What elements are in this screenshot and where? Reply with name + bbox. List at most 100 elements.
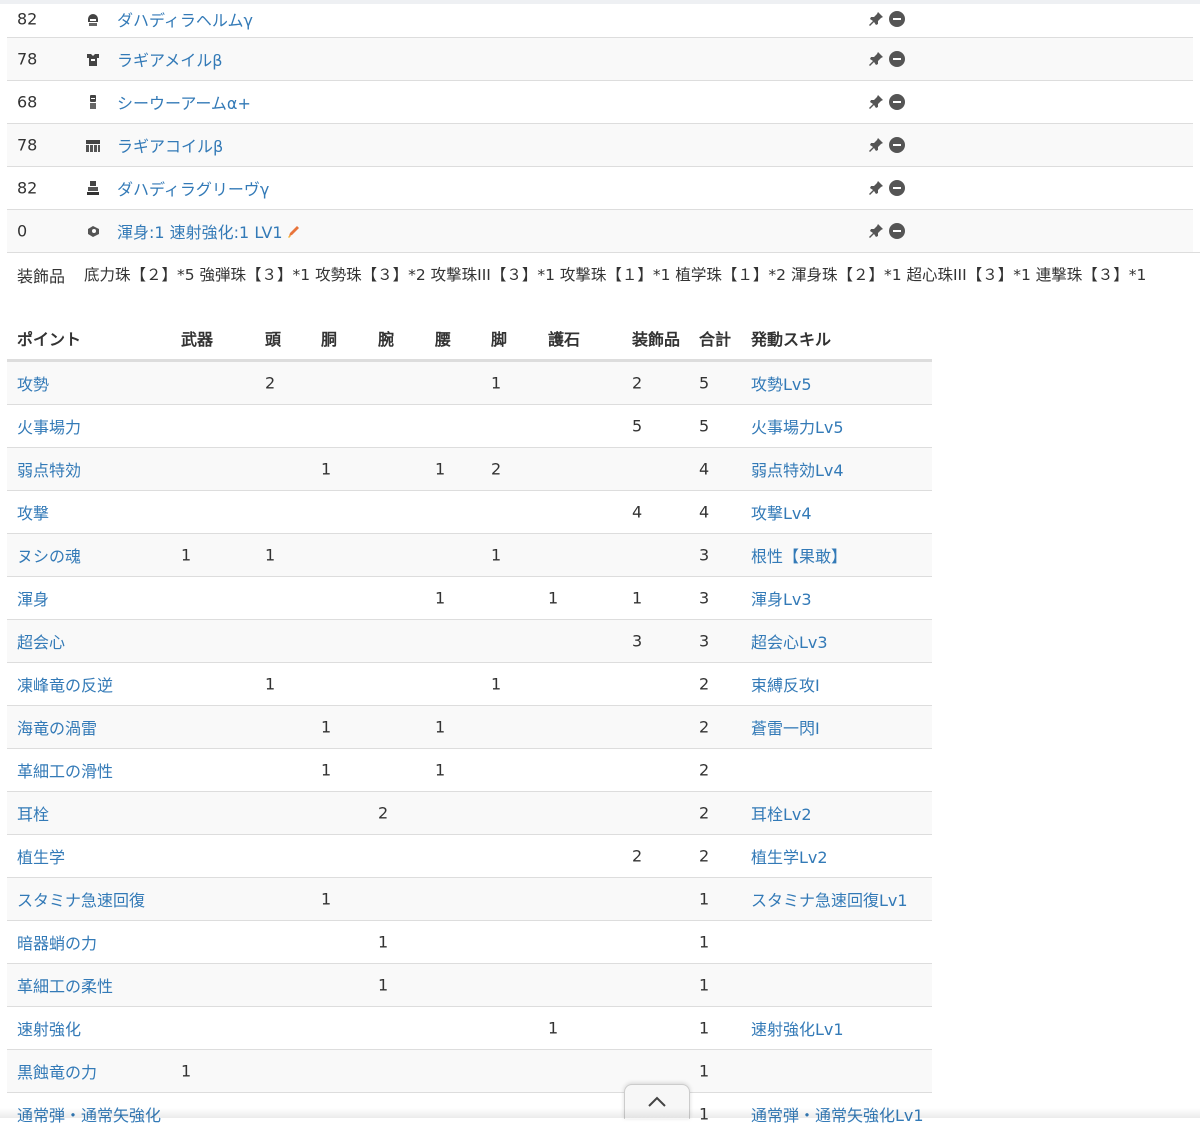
table-row: 弱点特効 1 1 2 4 弱点特効Lv4 (7, 447, 932, 490)
cell-decorations: 2 (632, 373, 643, 393)
cell-total: 3 (699, 631, 710, 651)
equipment-row: 82 ダハディラグリーヴγ (7, 166, 1193, 209)
equipment-name-link[interactable]: 渾身:1 速射強化:1 LV1 (117, 223, 283, 242)
cell-weapon: 1 (181, 1061, 192, 1081)
active-skill-link[interactable]: 蒼雷一閃Ⅰ (751, 715, 820, 739)
cell-total: 1 (699, 889, 710, 909)
skill-name-link[interactable]: ヌシの魂 (17, 543, 81, 567)
skill-name-link[interactable]: 弱点特効 (17, 457, 81, 481)
cell-head: 1 (265, 545, 276, 565)
cell-decorations: 5 (632, 416, 643, 436)
remove-circle-icon[interactable] (889, 223, 905, 239)
skill-name-link[interactable]: スタミナ急速回復 (17, 887, 145, 911)
cell-total: 2 (699, 803, 710, 823)
skill-name-link[interactable]: 海竜の渦雷 (17, 715, 97, 739)
skill-name-link[interactable]: 耳栓 (17, 801, 49, 825)
cell-waist: 1 (435, 588, 446, 608)
pin-icon[interactable] (867, 10, 885, 28)
equipment-row: 0 渾身:1 速射強化:1 LV1 (7, 209, 1193, 252)
header-head: 頭 (265, 329, 282, 349)
decorations-label: 装飾品 (17, 267, 66, 286)
cell-leg: 1 (491, 674, 502, 694)
skill-name-link[interactable]: 革細工の滑性 (17, 758, 113, 782)
skill-name-link[interactable]: 黒蝕竜の力 (17, 1059, 97, 1083)
remove-circle-icon[interactable] (889, 10, 905, 27)
pin-icon[interactable] (867, 93, 885, 111)
active-skill-link[interactable]: 束縛反攻Ⅰ (751, 672, 820, 696)
pin-icon[interactable] (867, 136, 885, 154)
waist-armor-icon (85, 137, 101, 153)
header-leg: 脚 (491, 329, 508, 349)
cell-leg: 1 (491, 545, 502, 565)
equipment-name-link[interactable]: ラギアメイルβ (117, 51, 222, 70)
cell-total: 4 (699, 459, 710, 479)
remove-circle-icon[interactable] (889, 137, 905, 153)
table-row: 速射強化 1 1 速射強化Lv1 (7, 1006, 932, 1049)
skill-name-link[interactable]: 攻撃 (17, 500, 49, 524)
active-skill-link[interactable]: 弱点特効Lv4 (751, 457, 844, 481)
cell-total: 5 (699, 373, 710, 393)
active-skill-link[interactable]: 超会心Lv3 (751, 629, 828, 653)
pin-icon[interactable] (867, 50, 885, 68)
cell-leg: 1 (491, 373, 502, 393)
bottom-shadow (0, 1108, 1200, 1118)
equipment-row: 78 ラギアコイルβ (7, 123, 1193, 166)
active-skill-link[interactable]: 攻撃Lv4 (751, 500, 812, 524)
skill-name-link[interactable]: 渾身 (17, 586, 49, 610)
skill-name-link[interactable]: 凍峰竜の反逆 (17, 672, 113, 696)
cell-total: 1 (699, 932, 710, 952)
cell-decorations: 3 (632, 631, 643, 651)
equipment-name-link[interactable]: シーウーアームα+ (117, 94, 251, 113)
active-skill-link[interactable]: 渾身Lv3 (751, 586, 812, 610)
remove-circle-icon[interactable] (889, 180, 905, 196)
table-row: 攻勢 2 1 2 5 攻勢Lv5 (7, 361, 932, 404)
equipment-row: 68 シーウーアームα+ (7, 80, 1193, 123)
pin-icon[interactable] (867, 222, 885, 240)
cell-total: 1 (699, 1061, 710, 1081)
equipment-actions (867, 222, 905, 240)
decorations-value: 底力珠【２】*5 強弾珠【３】*1 攻勢珠【３】*2 攻撃珠III【３】*1 攻… (84, 266, 1147, 284)
header-waist: 腰 (435, 329, 452, 349)
cell-total: 5 (699, 416, 710, 436)
skill-name-link[interactable]: 火事場力 (17, 414, 81, 438)
equipment-name-cell: ダハディラヘルムγ (117, 7, 253, 31)
cell-weapon: 1 (181, 545, 192, 565)
header-charm: 護石 (548, 329, 581, 349)
equipment-name-link[interactable]: ダハディラグリーヴγ (117, 180, 269, 199)
skill-name-link[interactable]: 速射強化 (17, 1016, 81, 1040)
equipment-name-link[interactable]: ラギアコイルβ (117, 137, 223, 156)
cell-chest: 1 (321, 459, 332, 479)
table-row: 耳栓 2 2 耳栓Lv2 (7, 791, 932, 834)
active-skill-link[interactable]: スタミナ急速回復Lv1 (751, 887, 908, 911)
active-skill-link[interactable]: 攻勢Lv5 (751, 371, 812, 395)
cell-chest: 1 (321, 889, 332, 909)
equipment-actions (867, 179, 905, 197)
skill-name-link[interactable]: 植生学 (17, 844, 65, 868)
pin-icon[interactable] (867, 179, 885, 197)
remove-circle-icon[interactable] (889, 51, 905, 67)
cell-total: 1 (699, 975, 710, 995)
skill-name-link[interactable]: 超会心 (17, 629, 65, 653)
cell-arm: 1 (378, 975, 389, 995)
equipment-level: 68 (17, 92, 38, 112)
chest-armor-icon (85, 51, 101, 67)
skill-name-link[interactable]: 攻勢 (17, 371, 49, 395)
skill-name-link[interactable]: 暗器蛸の力 (17, 930, 97, 954)
equipment-row: 78 ラギアメイルβ (7, 37, 1193, 80)
active-skill-link[interactable]: 根性【果敢】 (751, 543, 847, 567)
header-weapon: 武器 (181, 329, 214, 349)
skill-name-link[interactable]: 革細工の柔性 (17, 973, 113, 997)
cell-arm: 2 (378, 803, 389, 823)
cell-chest: 1 (321, 717, 332, 737)
equipment-name-link[interactable]: ダハディラヘルムγ (117, 11, 253, 30)
remove-circle-icon[interactable] (889, 94, 905, 110)
active-skill-link[interactable]: 耳栓Lv2 (751, 801, 812, 825)
header-active-skill: 発動スキル (751, 329, 832, 349)
equipment-level: 82 (17, 9, 38, 28)
edit-charm-icon[interactable] (285, 224, 301, 240)
active-skill-link[interactable]: 速射強化Lv1 (751, 1016, 844, 1040)
active-skill-link[interactable]: 火事場力Lv5 (751, 414, 844, 438)
active-skill-link[interactable]: 植生学Lv2 (751, 844, 828, 868)
head-armor-icon (85, 11, 101, 27)
cell-waist: 1 (435, 717, 446, 737)
